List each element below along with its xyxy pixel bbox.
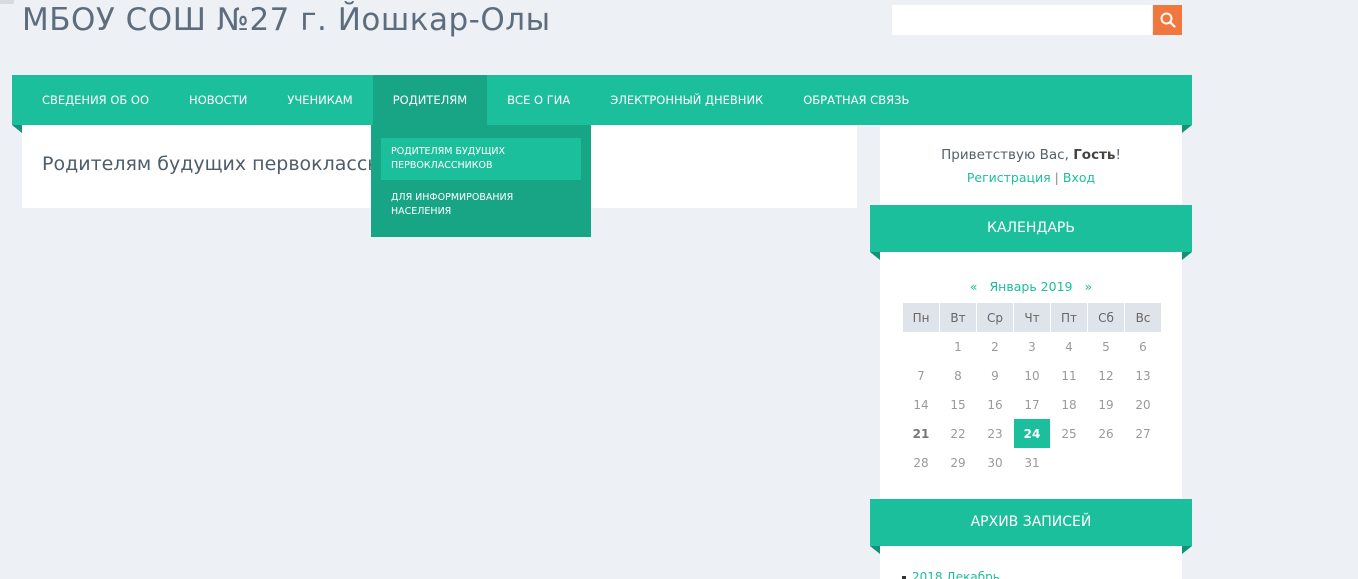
login-link[interactable]: Вход [1063,170,1095,185]
calendar-table: Пн Вт Ср Чт Пт Сб Вс 1 2 3 4 5 6 7 8 9 10 11 12 13 14 15 16 17… [902,303,1162,477]
search-input[interactable] [892,5,1152,35]
nav-item-roditelyam[interactable]: Родителям [372,75,488,125]
auth-links: Регистрация | Вход [880,170,1182,185]
greeting-name: Гость [1073,147,1116,163]
calendar-day[interactable]: 29 [940,448,976,477]
calendar-day[interactable]: 14 [903,390,939,419]
calendar-weekday: Вс [1125,303,1161,332]
calendar-weekday: Пт [1051,303,1087,332]
calendar-weekday: Ср [977,303,1013,332]
calendar-day[interactable]: 2 [977,332,1013,361]
calendar-day[interactable]: 9 [977,361,1013,390]
calendar-day[interactable]: 21 [903,419,939,448]
calendar-day[interactable]: 25 [1051,419,1087,448]
archive-item-label: 2018 Декабрь [912,570,1000,579]
calendar-weekday: Чт [1014,303,1050,332]
nav-fold-right [1182,125,1192,133]
dropdown-item-public-info[interactable]: Для информирования населения [381,184,581,226]
calendar-empty-cell [903,332,939,361]
calendar-day[interactable]: 6 [1125,332,1161,361]
calendar-nav: « Январь 2019 » [880,279,1182,294]
calendar-day[interactable]: 19 [1088,390,1124,419]
calendar-weekday: Вт [940,303,976,332]
auth-separator: | [1054,170,1059,185]
site-title[interactable]: МБОУ СОШ №27 г. Йошкар-Олы [22,2,551,38]
calendar-day[interactable]: 23 [977,419,1013,448]
calendar-weekday: Пн [903,303,939,332]
calendar-next[interactable]: » [1084,279,1092,294]
calendar-day[interactable]: 22 [940,419,976,448]
archive-fold-right [1182,546,1192,554]
nav-fold-left [12,125,22,133]
calendar-month[interactable]: Январь 2019 [990,279,1073,294]
nav-item-svedeniya[interactable]: Сведения об ОО [22,75,169,125]
calendar-day[interactable]: 11 [1051,361,1087,390]
calendar-day[interactable]: 27 [1125,419,1161,448]
calendar-day[interactable]: 26 [1088,419,1124,448]
corner-decoration [0,0,14,4]
calendar-day[interactable]: 30 [977,448,1013,477]
calendar-day[interactable]: 3 [1014,332,1050,361]
calendar-day[interactable]: 12 [1088,361,1124,390]
calendar-weekday: Сб [1088,303,1124,332]
calendar-empty-cell [1051,448,1087,477]
nav-dropdown: Родителям будущих первоклассников Для ин… [371,125,591,237]
calendar-title-text: Календарь [987,220,1075,236]
nav-item-dnevnik[interactable]: Электронный дневник [590,75,783,125]
greeting-suffix: ! [1115,147,1121,163]
search-form [892,5,1182,35]
calendar-day[interactable]: 10 [1014,361,1050,390]
calendar-day[interactable]: 17 [1014,390,1050,419]
calendar-day[interactable]: 5 [1088,332,1124,361]
bullet-icon [902,575,906,579]
search-button[interactable] [1153,5,1182,35]
greeting: Приветствую Вас, Гость! [880,147,1182,163]
archive-fold-left [870,546,880,554]
calendar-empty-cell [1088,448,1124,477]
calendar-day[interactable]: 31 [1014,448,1050,477]
calendar-day[interactable]: 4 [1051,332,1087,361]
archive-title-text: Архив записей [970,514,1092,530]
calendar-day[interactable]: 15 [940,390,976,419]
search-icon [1160,12,1176,28]
nav-item-gia[interactable]: Все о ГИА [487,75,590,125]
dropdown-item-future-first-graders[interactable]: Родителям будущих первоклассников [381,138,581,180]
nav-item-uchenikam[interactable]: Ученикам [267,75,372,125]
register-link[interactable]: Регистрация [967,170,1051,185]
calendar-widget-title: Календарь [870,205,1192,260]
calendar-day[interactable]: 18 [1051,390,1087,419]
calendar-day[interactable]: 20 [1125,390,1161,419]
calendar-day[interactable]: 1 [940,332,976,361]
archive-item[interactable]: 2018 Декабрь [902,570,1000,579]
calendar-day[interactable]: 7 [903,361,939,390]
calendar-prev[interactable]: « [970,279,978,294]
calendar-day[interactable]: 8 [940,361,976,390]
calendar-fold-left [870,252,880,260]
main-nav: Сведения об ОО Новости Ученикам Родителя… [12,75,1192,133]
calendar-day[interactable]: 24 [1014,419,1050,448]
archive-widget-title: Архив записей [870,499,1192,554]
calendar-empty-cell [1125,448,1161,477]
nav-item-novosti[interactable]: Новости [169,75,267,125]
greeting-prefix: Приветствую Вас, [941,147,1074,163]
page-title[interactable]: Родителям будущих первоклассни [42,153,392,175]
calendar-day[interactable]: 28 [903,448,939,477]
calendar-fold-right [1182,252,1192,260]
nav-item-feedback[interactable]: Обратная связь [783,75,929,125]
calendar-day[interactable]: 13 [1125,361,1161,390]
calendar-day[interactable]: 16 [977,390,1013,419]
